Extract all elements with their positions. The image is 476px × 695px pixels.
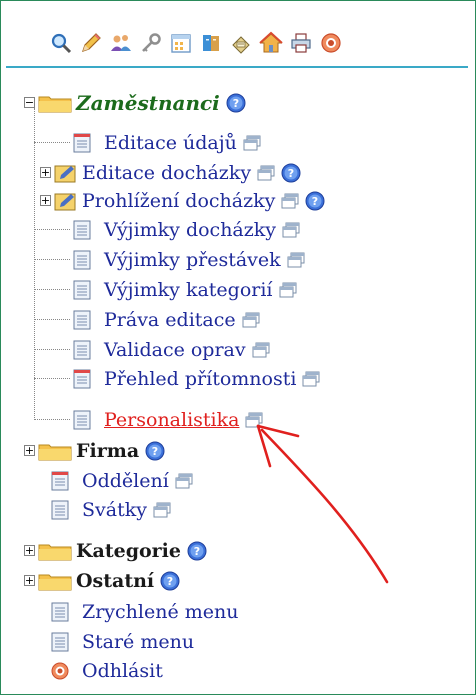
- annotation-arrow: [256, 424, 389, 584]
